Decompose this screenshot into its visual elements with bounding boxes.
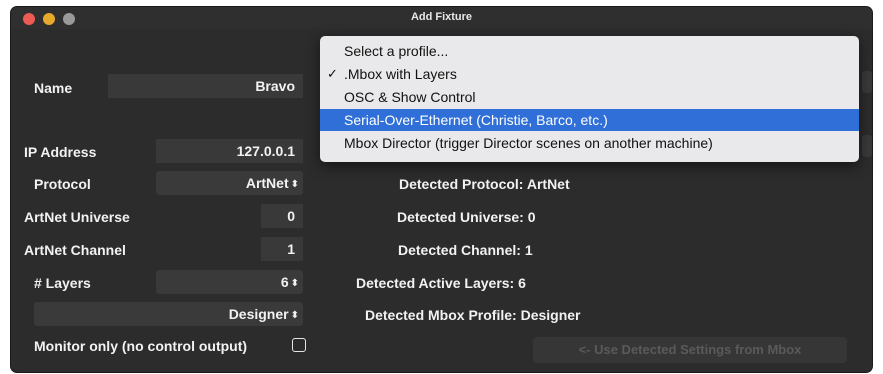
detected-mbox-profile: Detected Mbox Profile: Designer xyxy=(365,307,581,323)
checkmark-icon: ✓ xyxy=(327,66,338,81)
detected-universe: Detected Universe: 0 xyxy=(397,209,536,225)
menu-item-mbox-with-layers[interactable]: ✓ .Mbox with Layers xyxy=(320,63,859,85)
detected-layers-value: 6 xyxy=(518,275,526,291)
designer-profile-popup[interactable]: Designer ⬍ xyxy=(34,302,303,326)
menu-item-label: Select a profile... xyxy=(344,43,449,59)
director-popup-edge[interactable] xyxy=(862,135,872,157)
ip-address-label: IP Address xyxy=(24,144,97,160)
title-bar: Add Fixture xyxy=(11,7,872,29)
detected-protocol-label: Detected Protocol: xyxy=(399,176,524,192)
detected-universe-label: Detected Universe: xyxy=(397,209,524,225)
protocol-popup[interactable]: ArtNet ⬍ xyxy=(156,171,303,195)
menu-item-osc-show-control[interactable]: OSC & Show Control xyxy=(320,86,859,108)
layers-value: 6 xyxy=(280,274,289,290)
popup-arrows-icon: ⬍ xyxy=(290,179,299,190)
popup-arrows-icon: ⬍ xyxy=(290,310,299,321)
menu-item-select-profile[interactable]: Select a profile... xyxy=(320,40,859,62)
monitor-only-checkbox[interactable] xyxy=(292,338,306,352)
window-title: Add Fixture xyxy=(410,11,473,23)
layers-popup[interactable]: 6 ⬍ xyxy=(156,270,303,294)
use-detected-settings-button[interactable]: <- Use Detected Settings from Mbox xyxy=(533,337,847,363)
designer-profile-value: Designer xyxy=(228,306,289,322)
detected-layers-label: Detected Active Layers: xyxy=(356,275,515,291)
ip-address-field[interactable]: 127.0.0.1 xyxy=(156,139,303,163)
name-label: Name xyxy=(34,80,73,96)
profile-dropdown-menu: Select a profile... ✓ .Mbox with Layers … xyxy=(320,36,859,162)
detected-channel-value: 1 xyxy=(524,242,533,258)
layers-label: # Layers xyxy=(34,275,91,291)
detected-channel-label: Detected Channel: xyxy=(398,242,521,258)
menu-item-serial-over-ethernet[interactable]: Serial-Over-Ethernet (Christie, Barco, e… xyxy=(320,109,859,131)
popup-arrows-icon: ⬍ xyxy=(290,278,299,289)
name-field[interactable]: Bravo xyxy=(108,74,303,98)
menu-item-label: OSC & Show Control xyxy=(344,89,476,105)
protocol-label: Protocol xyxy=(34,176,91,192)
detected-profile-label: Detected Mbox Profile: xyxy=(365,307,517,323)
detected-protocol: Detected Protocol: ArtNet xyxy=(399,176,570,192)
artnet-channel-label: ArtNet Channel xyxy=(24,242,126,258)
detected-universe-value: 0 xyxy=(527,209,536,225)
detected-profile-value: Designer xyxy=(520,307,581,323)
artnet-universe-label: ArtNet Universe xyxy=(24,209,130,225)
menu-item-mbox-director[interactable]: Mbox Director (trigger Director scenes o… xyxy=(320,132,859,154)
detected-active-layers: Detected Active Layers: 6 xyxy=(356,275,526,291)
menu-item-label: Mbox Director (trigger Director scenes o… xyxy=(344,135,713,151)
monitor-only-label: Monitor only (no control output) xyxy=(34,338,248,354)
menu-item-label: .Mbox with Layers xyxy=(344,66,457,82)
profile-popup-edge[interactable] xyxy=(862,71,872,93)
artnet-channel-field[interactable]: 1 xyxy=(261,237,303,261)
detected-channel: Detected Channel: 1 xyxy=(398,242,533,258)
artnet-universe-field[interactable]: 0 xyxy=(261,204,303,228)
protocol-value: ArtNet xyxy=(245,175,289,191)
detected-protocol-value: ArtNet xyxy=(526,176,570,192)
menu-item-label: Serial-Over-Ethernet (Christie, Barco, e… xyxy=(344,112,608,128)
